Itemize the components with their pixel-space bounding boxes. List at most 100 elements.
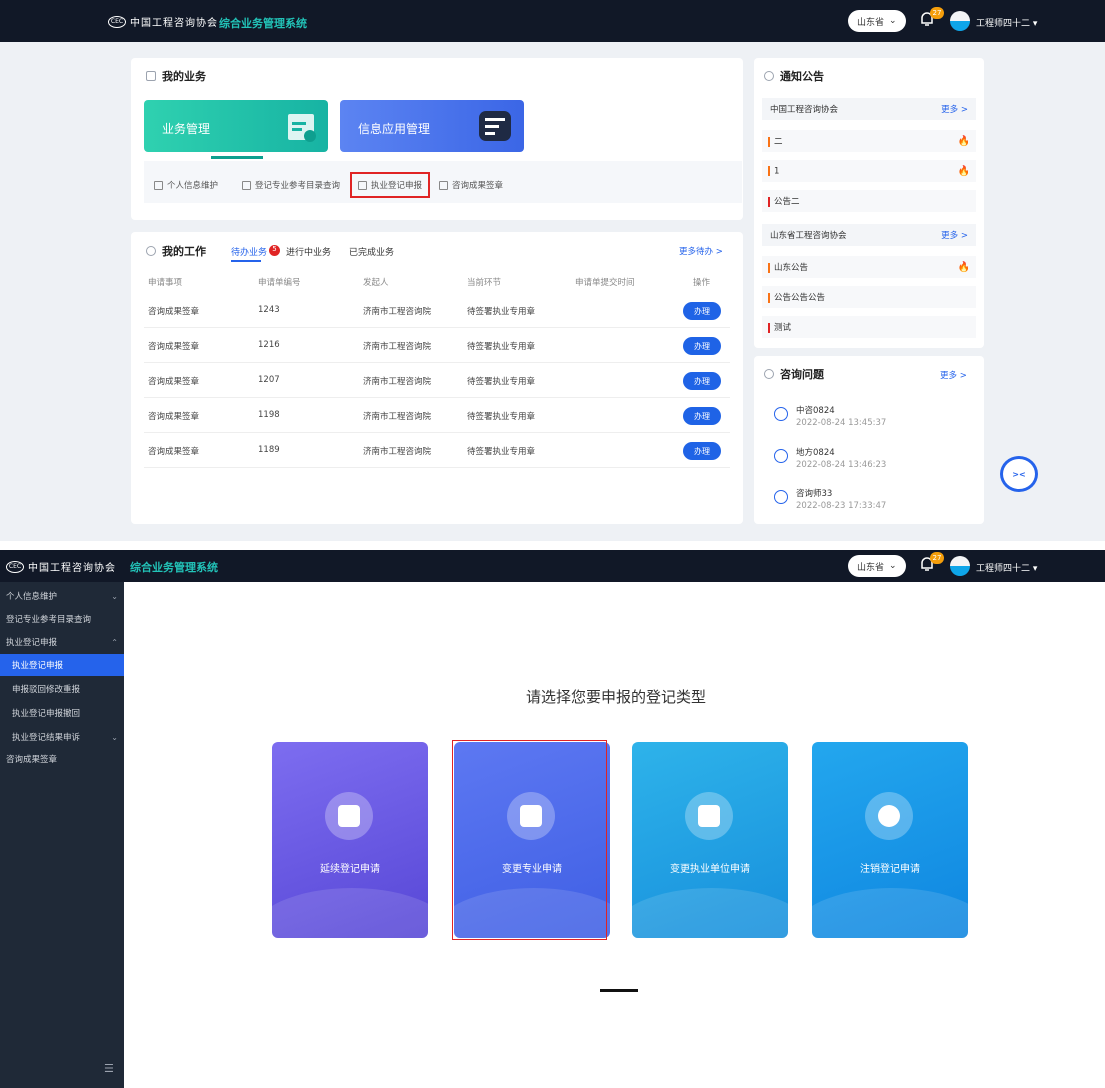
cell-step: 待签署执业专用章	[467, 412, 536, 422]
chevron-down-icon: ⌄	[889, 561, 897, 571]
notice-item[interactable]: 公告二	[762, 190, 976, 212]
consult-more-link[interactable]: 更多 >	[940, 369, 967, 381]
todo-count-badge: 5	[269, 245, 281, 256]
user-menu[interactable]: 工程师四十二 ▾	[976, 16, 1037, 29]
handle-button[interactable]: 办理	[683, 407, 721, 425]
type-card-label: 延续登记申请	[320, 864, 380, 875]
consult-heading: 咨询问题	[764, 366, 824, 382]
sidebar-item-label: 咨询成果签章	[6, 755, 58, 765]
notice-item[interactable]: 1 🔥	[762, 160, 976, 182]
fire-icon: 🔥	[957, 165, 970, 177]
notice-item[interactable]: 测试	[762, 316, 976, 338]
more-todo-link[interactable]: 更多待办 >	[679, 245, 723, 257]
cell-item: 咨询成果签章	[148, 307, 200, 317]
consult-time: 2022-08-24 13:45:37	[796, 418, 887, 428]
sidebar-item-resubmit[interactable]: 申报驳回修改重报	[0, 678, 124, 700]
my-work-heading: 我的工作	[146, 243, 206, 259]
top-nav-bar: CEC 中国工程咨询协会 综合业务管理系统 山东省 ⌄ 27 工程师四十二 ▾	[0, 0, 1105, 42]
marker-bar	[768, 196, 770, 207]
quick-link-label: 个人信息维护	[167, 181, 219, 191]
column-header: 发起人	[363, 278, 389, 288]
seal-icon	[439, 180, 448, 190]
cell-item: 咨询成果签章	[148, 342, 200, 352]
notice-text: 山东公告	[774, 263, 809, 273]
collapse-menu-icon[interactable]: ☰	[104, 1062, 114, 1075]
sidebar-item-label: 申报驳回修改重报	[12, 685, 81, 695]
question-icon	[764, 369, 774, 379]
document-icon	[358, 180, 367, 190]
sidebar-item-personal-info[interactable]: 个人信息维护 ⌄	[0, 585, 124, 607]
handle-button[interactable]: 办理	[683, 302, 721, 320]
cell-initiator: 济南市工程咨询院	[363, 307, 432, 317]
clipboard-icon	[288, 114, 316, 142]
active-tab-underline	[231, 260, 261, 262]
avatar[interactable]	[950, 556, 970, 576]
user-menu[interactable]: 工程师四十二 ▾	[976, 561, 1037, 574]
type-card-renewal[interactable]: 延续登记申请	[272, 742, 428, 938]
quick-link-personal-info[interactable]: 个人信息维护	[148, 172, 224, 198]
consult-item[interactable]: 咨询师33 2022-08-23 17:33:47	[774, 487, 886, 511]
marker-bar	[768, 292, 770, 303]
active-tile-indicator	[211, 156, 263, 159]
quick-link-catalog-query[interactable]: 登记专业参考目录查询	[236, 172, 346, 198]
notice-group-header: 山东省工程咨询协会 更多 >	[762, 224, 976, 246]
province-select[interactable]: 山东省 ⌄	[848, 555, 906, 577]
cell-number: 1216	[258, 340, 280, 350]
sidebar-item-withdraw[interactable]: 执业登记申报撤回	[0, 702, 124, 724]
association-logo[interactable]: CEC 中国工程咨询协会	[6, 559, 116, 574]
my-business-card: 我的业务 业务管理 信息应用管理 个人信息维护 登记专业参考目录查询 执业登记申…	[131, 58, 743, 220]
select-type-prompt: 请选择您要申报的登记类型	[526, 688, 707, 706]
notification-bell-icon[interactable]: 27	[918, 552, 944, 577]
notification-count-badge: 27	[930, 552, 944, 564]
notice-text: 1	[774, 166, 780, 177]
type-card-cancel[interactable]: 注销登记申请	[812, 742, 968, 938]
sidebar-item-registration[interactable]: 执业登记申报	[0, 654, 124, 676]
handle-button[interactable]: 办理	[683, 372, 721, 390]
sidebar-item-label: 执业登记结果申诉	[12, 733, 81, 743]
notice-text: 测试	[774, 323, 792, 333]
consult-card: 咨询问题 更多 > 中咨0824 2022-08-24 13:45:37 地方08…	[754, 356, 984, 524]
sidebar-item-result-seal[interactable]: 咨询成果签章	[0, 748, 124, 770]
cell-item: 咨询成果签章	[148, 447, 200, 457]
cell-number: 1198	[258, 410, 280, 420]
card-wave-decoration	[272, 888, 428, 938]
tile-label: 信息应用管理	[358, 122, 431, 136]
sidebar-item-registration-group[interactable]: 执业登记申报 ⌃	[0, 631, 124, 653]
robot-face: ><	[1012, 469, 1026, 479]
tab-todo[interactable]: 待办业务 5	[231, 245, 281, 258]
sidebar-item-label: 执业登记申报	[6, 638, 58, 648]
notice-item[interactable]: 二 🔥	[762, 130, 976, 152]
tab-in-progress[interactable]: 进行中业务	[286, 245, 331, 258]
quick-link-result-seal[interactable]: 咨询成果签章	[433, 172, 509, 198]
association-logo[interactable]: CEC 中国工程咨询协会	[108, 14, 218, 29]
notification-bell-icon[interactable]: 27	[918, 7, 944, 32]
consult-item[interactable]: 地方0824 2022-08-24 13:46:23	[774, 446, 886, 470]
row-divider	[144, 397, 730, 398]
type-card-change-employer[interactable]: 变更执业单位申请	[632, 742, 788, 938]
avatar[interactable]	[950, 11, 970, 31]
notice-item[interactable]: 山东公告 🔥	[762, 256, 976, 278]
sidebar-item-appeal[interactable]: 执业登记结果申诉 ⌄	[0, 726, 124, 748]
logo-emblem-icon: CEC	[108, 15, 126, 28]
document-icon	[325, 792, 373, 840]
marker-bar	[768, 322, 770, 333]
chevron-down-icon: ⌄	[889, 16, 897, 26]
column-header: 操作	[693, 278, 711, 288]
tile-info-application[interactable]: 信息应用管理	[340, 100, 524, 152]
tile-business-management[interactable]: 业务管理	[144, 100, 328, 152]
more-link[interactable]: 更多 >	[941, 229, 968, 241]
cell-initiator: 济南市工程咨询院	[363, 447, 432, 457]
notice-item[interactable]: 公告公告公告	[762, 286, 976, 308]
row-divider	[144, 432, 730, 433]
sidebar-item-catalog-query[interactable]: 登记专业参考目录查询	[0, 608, 124, 630]
handle-button[interactable]: 办理	[683, 337, 721, 355]
province-select[interactable]: 山东省 ⌄	[848, 10, 906, 32]
tab-completed[interactable]: 已完成业务	[349, 245, 394, 258]
quick-link-registration[interactable]: 执业登记申报	[350, 172, 431, 198]
consult-item[interactable]: 中咨0824 2022-08-24 13:45:37	[774, 404, 886, 428]
more-link[interactable]: 更多 >	[941, 103, 968, 115]
separator-dash	[600, 989, 638, 992]
notices-title: 通知公告	[780, 70, 824, 83]
chat-robot-icon[interactable]: ><	[1000, 456, 1038, 492]
handle-button[interactable]: 办理	[683, 442, 721, 460]
